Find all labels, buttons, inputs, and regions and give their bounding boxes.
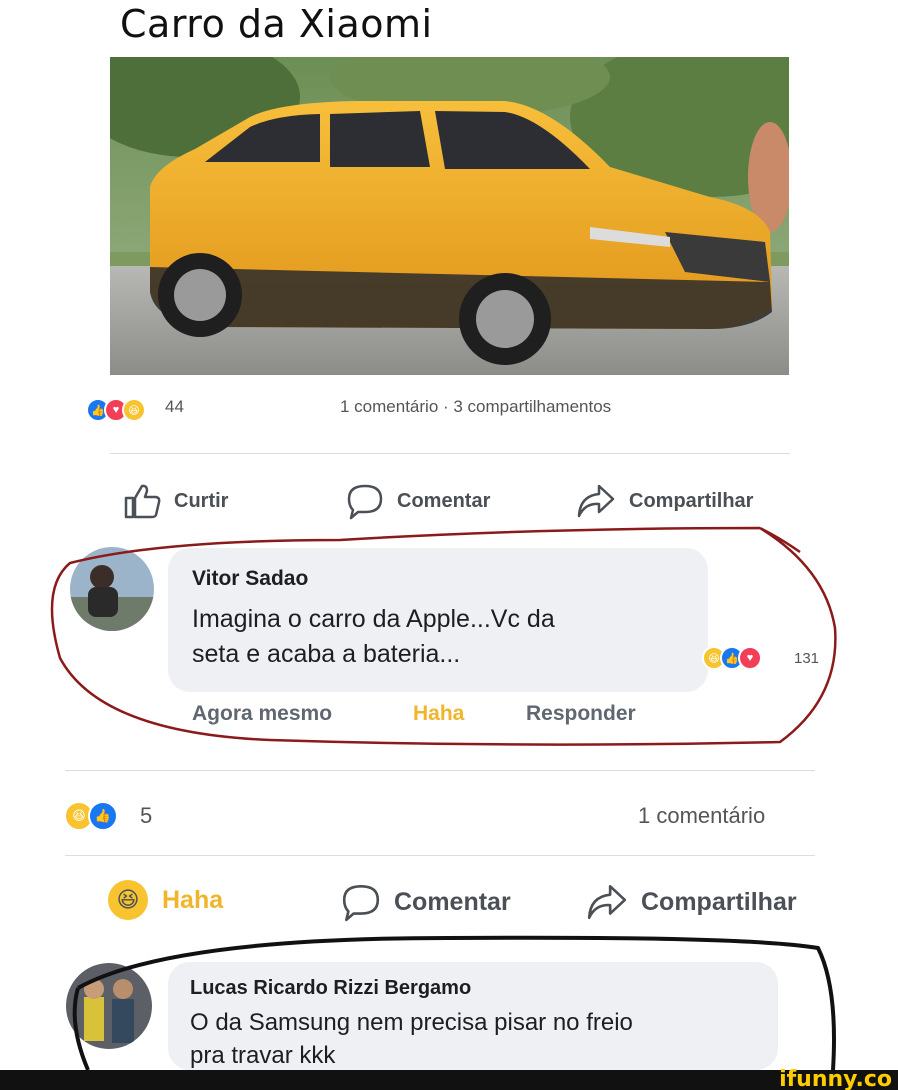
haha-icon: 😆 bbox=[108, 880, 148, 920]
post-reactions[interactable]: 😆 👍 bbox=[64, 801, 118, 831]
share-button[interactable]: Compartilhar bbox=[575, 482, 753, 520]
share-button[interactable]: Compartilhar bbox=[585, 882, 797, 922]
share-icon bbox=[577, 484, 615, 518]
like-label: Curtir bbox=[174, 489, 229, 512]
like-button[interactable]: Curtir bbox=[122, 482, 228, 520]
haha-label: Haha bbox=[162, 885, 224, 914]
share-label: Compartilhar bbox=[641, 887, 797, 916]
divider bbox=[65, 855, 815, 856]
post-reaction-count: 5 bbox=[140, 803, 153, 828]
comment-text-line-1: O da Samsung nem precisa pisar no freio bbox=[190, 1009, 633, 1036]
comment-text-line-2: pra travar kkk bbox=[190, 1042, 336, 1069]
love-reaction-icon: ♥ bbox=[738, 646, 762, 670]
comment-label: Comentar bbox=[394, 887, 511, 916]
divider bbox=[65, 770, 815, 771]
avatar[interactable] bbox=[66, 963, 152, 1049]
comment-button[interactable]: Comentar bbox=[345, 482, 490, 520]
haha-reaction-icon: 😆 bbox=[122, 398, 146, 422]
share-label: Compartilhar bbox=[629, 489, 754, 512]
haha-button[interactable]: 😆 Haha bbox=[108, 880, 223, 920]
comment-reactions[interactable]: 😆 👍 ♥ bbox=[702, 646, 762, 670]
comment-text-line-1: Imagina o carro da Apple...Vc da bbox=[192, 605, 555, 633]
like-reaction-icon: 👍 bbox=[88, 801, 118, 831]
divider bbox=[110, 453, 790, 454]
comment-icon bbox=[342, 884, 380, 922]
comment-label: Comentar bbox=[397, 489, 491, 512]
comment-haha-link[interactable]: Haha bbox=[413, 702, 464, 726]
ifunny-watermark: ifunny.co bbox=[779, 1067, 892, 1090]
comment-text-line-2: seta e acaba a bateria... bbox=[192, 640, 461, 668]
avatar[interactable] bbox=[70, 547, 154, 631]
comment-author[interactable]: Vitor Sadao bbox=[192, 567, 308, 591]
post-reactions[interactable]: 👍 ♥ 😆 bbox=[86, 398, 146, 422]
post-comment-share-counts[interactable]: 1 comentário · 3 compartilhamentos bbox=[340, 397, 611, 417]
comment-author[interactable]: Lucas Ricardo Rizzi Bergamo bbox=[190, 977, 471, 1000]
comment-icon bbox=[347, 484, 383, 520]
post-title: Carro da Xiaomi bbox=[120, 2, 433, 46]
share-icon bbox=[587, 884, 627, 920]
post-comment-count[interactable]: 1 comentário bbox=[638, 803, 765, 829]
comment-reaction-count: 131 bbox=[792, 649, 822, 668]
reply-link[interactable]: Responder bbox=[526, 702, 636, 726]
thumbs-up-icon bbox=[124, 484, 161, 519]
watermark-bar: ifunny.co bbox=[0, 1067, 898, 1090]
comment-button[interactable]: Comentar bbox=[340, 882, 511, 922]
post-reaction-count: 44 bbox=[165, 397, 184, 416]
car-photo bbox=[110, 57, 789, 375]
comment-time: Agora mesmo bbox=[192, 702, 333, 725]
